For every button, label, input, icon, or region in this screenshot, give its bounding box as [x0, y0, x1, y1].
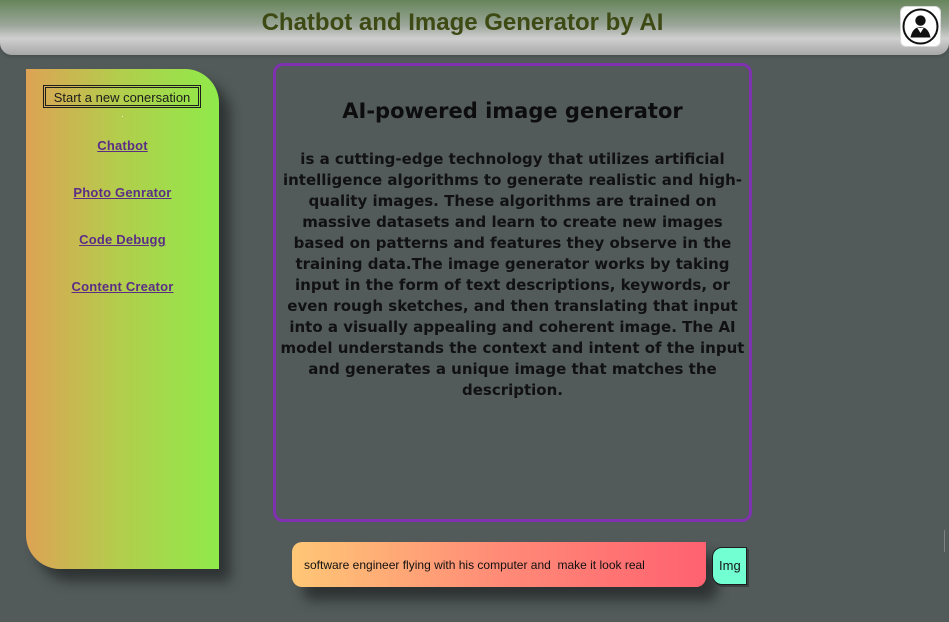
main-title: AI-powered image generator [342, 99, 683, 123]
user-avatar-icon [902, 8, 939, 45]
sidebar-link-photo-generator[interactable]: Photo Genrator [26, 185, 219, 200]
sidebar-link-content-creator[interactable]: Content Creator [26, 279, 219, 294]
sidebar-link-code-debug[interactable]: Code Debugg [26, 232, 219, 247]
prompt-input[interactable] [292, 542, 706, 587]
right-edge-marker [944, 530, 945, 552]
generate-image-button[interactable]: Img [712, 547, 747, 585]
sidebar-link-chatbot[interactable]: Chatbot [26, 138, 219, 153]
main-description: is a cutting-edge technology that utiliz… [280, 150, 745, 399]
page-title: Chatbot and Image Generator by AI [261, 9, 664, 36]
profile-button[interactable] [900, 6, 941, 47]
new-conversation-button[interactable]: Start a new conersation [43, 85, 201, 108]
small-separator-dot [122, 116, 123, 117]
